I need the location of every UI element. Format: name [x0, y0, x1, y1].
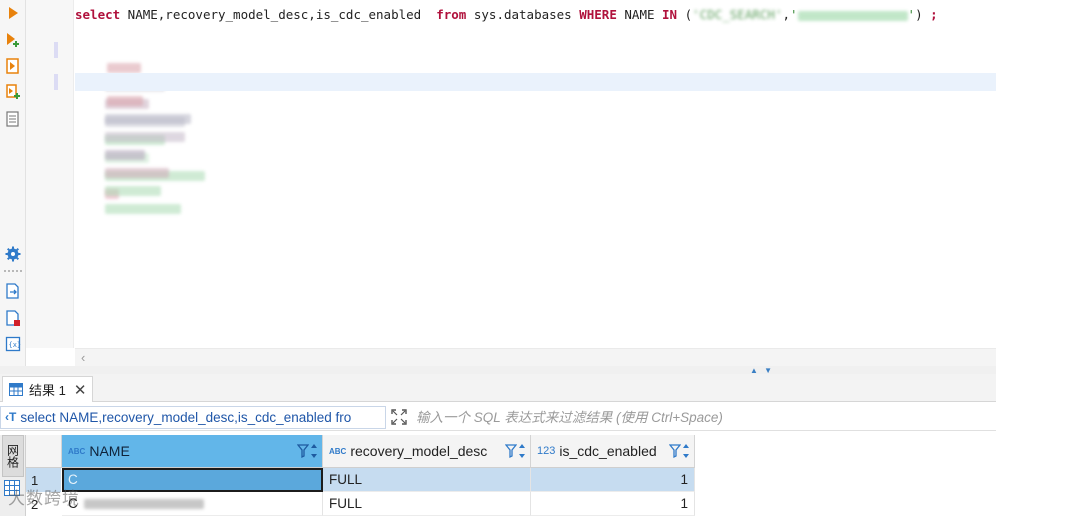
number-type-icon: 123 — [537, 445, 556, 457]
sql-editor[interactable]: select NAME,recovery_model_desc,is_cdc_e… — [75, 0, 996, 348]
query-echo-text: select NAME,recovery_model_desc,is_cdc_e… — [20, 409, 352, 425]
tab-label: 结果 1 — [29, 383, 66, 398]
column-label: is_cdc_enabled — [559, 443, 657, 459]
text-type-icon: ABC — [329, 446, 347, 456]
grid-icon — [9, 383, 23, 396]
sql-terminator: ; — [930, 7, 938, 22]
sql-quote: ' — [790, 7, 798, 22]
table-cell-name[interactable]: C — [62, 492, 323, 516]
horizontal-scrollbar[interactable]: ‹ — [75, 348, 996, 366]
redacted-text — [83, 498, 204, 509]
redacted-text — [105, 131, 186, 142]
redacted-text — [107, 95, 144, 106]
scroll-left-icon[interactable]: ‹ — [81, 350, 85, 365]
results-tab-bar: 结果 1 ✕ — [0, 374, 996, 402]
settings-icon[interactable] — [4, 245, 22, 263]
redacted-string — [797, 10, 908, 21]
close-tab-icon[interactable]: ✕ — [74, 381, 87, 399]
sql-keyword: from — [436, 7, 467, 22]
toolbar-separator — [4, 270, 22, 272]
redacted-text — [107, 62, 142, 73]
sql-paren: ) — [915, 7, 931, 22]
redacted-text — [105, 203, 182, 214]
editor-margin — [996, 0, 1080, 370]
sql-line-redacted-active[interactable] — [75, 73, 996, 214]
column-header-name[interactable]: ABC NAME — [62, 435, 323, 468]
line-marker — [54, 42, 58, 58]
export-script-icon[interactable] — [4, 309, 22, 327]
sql-string-blurred: 'CDC_SEARCH' — [692, 7, 783, 22]
sql-column-ref: NAME — [616, 7, 663, 22]
variables-icon[interactable]: {x} — [4, 335, 22, 353]
tab-grid-view[interactable]: 网格 — [2, 435, 24, 477]
sort-icon[interactable] — [682, 443, 690, 459]
column-header-is-cdc-enabled[interactable]: 123 is_cdc_enabled — [531, 435, 695, 468]
sql-keyword: select — [75, 7, 121, 22]
load-script-icon[interactable] — [4, 282, 22, 300]
sql-paren: ( — [677, 7, 693, 22]
filter-expression-input[interactable] — [412, 405, 996, 429]
sort-icon[interactable] — [518, 443, 526, 459]
table-cell-recovery-model[interactable]: FULL — [323, 492, 531, 516]
table-cell-name[interactable]: C — [62, 468, 323, 492]
filter-icon[interactable] — [505, 443, 517, 459]
line-gutter — [26, 0, 74, 348]
sql-comma: , — [782, 7, 790, 22]
redacted-text — [105, 149, 146, 160]
sql-keyword: IN — [662, 7, 678, 22]
panel-splitter[interactable]: ▲ ▼ — [0, 366, 996, 375]
line-marker — [54, 74, 58, 90]
vertical-tab-label: 网格 — [5, 444, 20, 468]
sql-line-redacted[interactable] — [75, 40, 996, 199]
query-text-box[interactable]: ‹T select NAME,recovery_model_desc,is_cd… — [0, 405, 386, 429]
table-cell-is-cdc-enabled[interactable]: 1 — [531, 468, 695, 492]
filter-icon[interactable] — [297, 443, 309, 459]
sql-keyword: WHERE — [579, 7, 617, 22]
filter-bar: ‹T select NAME,recovery_model_desc,is_cd… — [0, 404, 996, 431]
table-cell-recovery-model[interactable]: FULL — [323, 468, 531, 492]
column-label: recovery_model_desc — [350, 443, 488, 459]
watermark: 大数跨境 — [8, 489, 80, 509]
redacted-text — [105, 185, 162, 196]
expand-filter-icon[interactable] — [386, 406, 412, 429]
execute-statement-icon[interactable] — [4, 4, 22, 22]
sql-line-1[interactable]: select NAME,recovery_model_desc,is_cdc_e… — [75, 6, 996, 24]
result-grid[interactable]: ABC NAME ABC recovery_model_desc 123 is_… — [26, 435, 996, 516]
explain-plan-icon[interactable] — [4, 110, 22, 128]
svg-text:{x}: {x} — [9, 341, 22, 349]
sql-query-icon: ‹T — [5, 410, 17, 424]
column-label: NAME — [89, 443, 130, 459]
execute-statement-new-tab-icon[interactable] — [4, 31, 22, 49]
execute-script-new-tab-icon[interactable] — [4, 83, 22, 101]
sort-icon[interactable] — [310, 443, 318, 459]
table-cell-is-cdc-enabled[interactable]: 1 — [531, 492, 695, 516]
sql-table: sys.databases — [466, 7, 580, 22]
editor-toolbar: {x} — [0, 0, 26, 370]
text-type-icon: ABC — [68, 446, 86, 456]
column-header-recovery-model-desc[interactable]: ABC recovery_model_desc — [323, 435, 531, 468]
grid-corner[interactable] — [26, 435, 62, 468]
filter-icon[interactable] — [669, 443, 681, 459]
tab-result-1[interactable]: 结果 1 ✕ — [2, 376, 94, 402]
execute-script-icon[interactable] — [4, 57, 22, 75]
sql-columns: NAME,recovery_model_desc,is_cdc_enabled — [120, 7, 437, 22]
redacted-text — [105, 113, 192, 124]
redacted-text — [105, 167, 170, 178]
sql-quote: ' — [907, 7, 916, 22]
